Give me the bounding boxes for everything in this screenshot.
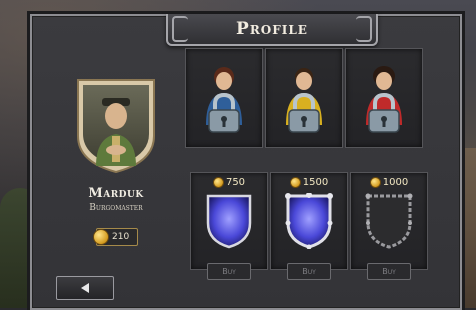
- shield-price: 1000: [351, 177, 427, 188]
- shield-price-value: 750: [225, 177, 246, 188]
- lock-icon: [368, 93, 400, 133]
- coin-balance-value: 210: [112, 232, 130, 242]
- shield-price: 750: [191, 177, 267, 188]
- buy-button-shield-1[interactable]: Buy: [207, 263, 251, 280]
- shield-slot-2[interactable]: 1500: [270, 172, 348, 270]
- shield-slot-1[interactable]: 750: [190, 172, 268, 270]
- page-title: Profile: [236, 19, 308, 39]
- character-slot-1[interactable]: [185, 48, 263, 148]
- shield-price-value: 1000: [382, 177, 409, 188]
- blue-shield-icon: [206, 194, 252, 249]
- buy-button-shield-2[interactable]: Buy: [287, 263, 331, 280]
- back-arrow-icon: [81, 283, 89, 293]
- dark-shield-icon: [365, 193, 413, 249]
- gold-coin-icon: [369, 177, 381, 188]
- player-rank: Burgomaster: [89, 203, 143, 213]
- shield-price: 1500: [271, 177, 347, 188]
- shield-slot-3[interactable]: 1000: [350, 172, 428, 270]
- player-name: Marduk: [88, 186, 144, 201]
- character-slot-3[interactable]: [345, 48, 423, 148]
- shield-price-value: 1500: [302, 177, 329, 188]
- title-plate: Profile: [166, 14, 378, 46]
- player-portrait: [74, 76, 158, 174]
- lock-icon: [208, 93, 240, 133]
- buy-button-shield-3[interactable]: Buy: [367, 263, 411, 280]
- character-slot-2[interactable]: [265, 48, 343, 148]
- lock-icon: [288, 93, 320, 133]
- back-button[interactable]: [56, 276, 114, 300]
- spiked-blue-shield-icon: [285, 193, 333, 249]
- gold-coin-icon: [93, 229, 109, 245]
- coin-balance: 210: [93, 228, 138, 246]
- gold-coin-icon: [289, 177, 301, 188]
- gold-coin-icon: [212, 177, 224, 188]
